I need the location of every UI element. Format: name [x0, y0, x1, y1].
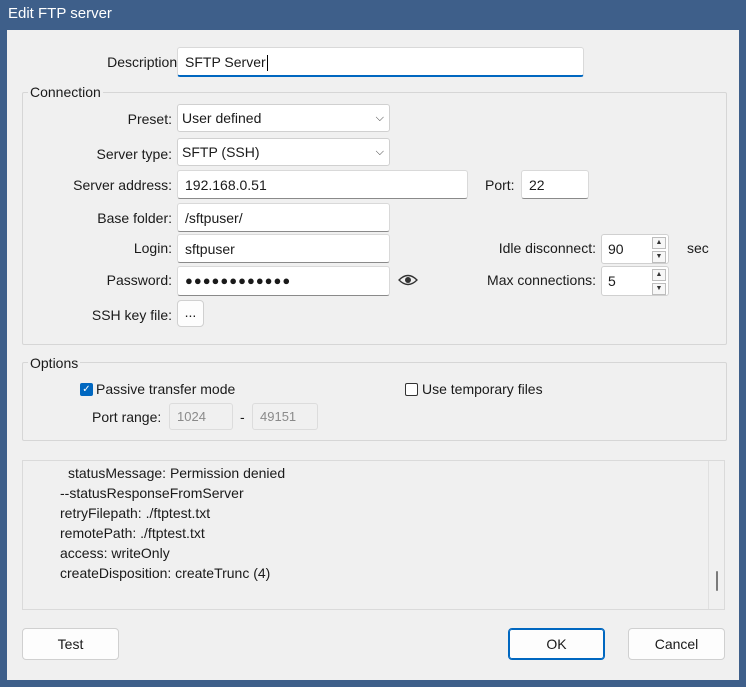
ssh-key-file-label: SSH key file:: [91, 307, 172, 323]
log-line: statusMessage: Permission denied: [68, 465, 286, 481]
login-label: Login:: [133, 240, 172, 256]
base-folder-input[interactable]: /sftpuser/: [177, 203, 390, 232]
login-value: sftpuser: [185, 241, 235, 257]
passive-mode-checkbox[interactable]: ✓: [80, 383, 93, 396]
base-folder-label: Base folder:: [97, 210, 172, 226]
port-range-to-value: 49151: [260, 409, 297, 424]
cancel-button[interactable]: Cancel: [628, 628, 725, 660]
ok-button[interactable]: OK: [508, 628, 605, 660]
chevron-down-icon: ⌵: [375, 146, 384, 158]
temp-files-checkbox[interactable]: [405, 383, 418, 396]
max-connections-value: 5: [608, 273, 616, 289]
port-input[interactable]: 22: [521, 170, 589, 199]
server-address-input[interactable]: 192.168.0.51: [177, 170, 468, 199]
port-range-label: Port range:: [92, 409, 162, 425]
base-folder-value: /sftpuser/: [185, 210, 243, 226]
server-address-value: 192.168.0.51: [185, 177, 267, 193]
server-address-label: Server address:: [73, 177, 172, 193]
log-line: retryFilepath: ./ftptest.txt: [60, 505, 211, 521]
window-title: Edit FTP server: [8, 5, 112, 22]
scrollbar-track: [708, 461, 709, 609]
port-label: Port:: [485, 177, 515, 193]
idle-disconnect-unit: sec: [687, 240, 709, 256]
server-type-label: Server type:: [96, 146, 172, 162]
eye-icon[interactable]: [398, 273, 418, 287]
idle-disconnect-value: 90: [608, 241, 624, 257]
password-input[interactable]: ●●●●●●●●●●●●: [177, 266, 390, 296]
log-line: --statusResponseFromServer: [60, 485, 244, 501]
options-group: [22, 362, 727, 441]
arrow-up-icon[interactable]: ▲: [652, 269, 666, 281]
port-range-from-input[interactable]: 1024: [169, 403, 233, 430]
scrollbar-thumb[interactable]: [716, 571, 718, 591]
ssh-key-browse-button[interactable]: ...: [177, 300, 204, 327]
max-connections-spinner[interactable]: 5 ▲ ▼: [601, 266, 669, 296]
preset-dropdown[interactable]: User defined ⌵: [177, 104, 390, 132]
arrow-down-icon[interactable]: ▼: [652, 251, 666, 263]
connection-group-title: Connection: [28, 84, 103, 100]
options-group-title: Options: [28, 355, 81, 371]
checkmark-icon: ✓: [82, 384, 91, 395]
description-input[interactable]: SFTP Server: [177, 47, 584, 77]
max-connections-label: Max connections:: [487, 272, 596, 288]
dialog-body: Description: SFTP Server Connection Pres…: [7, 30, 739, 680]
password-value: ●●●●●●●●●●●●: [185, 273, 292, 288]
port-range-from-value: 1024: [177, 409, 206, 424]
port-range-separator: -: [240, 409, 245, 425]
log-line: access: writeOnly: [60, 545, 170, 561]
idle-disconnect-spinner[interactable]: 90 ▲ ▼: [601, 234, 669, 264]
test-button[interactable]: Test: [22, 628, 119, 660]
server-type-value: SFTP (SSH): [182, 144, 260, 160]
title-bar[interactable]: Edit FTP server: [0, 0, 746, 30]
port-value: 22: [529, 177, 545, 193]
passive-mode-label[interactable]: Passive transfer mode: [96, 381, 235, 397]
login-input[interactable]: sftpuser: [177, 234, 390, 263]
password-label: Password:: [106, 272, 172, 288]
chevron-down-icon: ⌵: [375, 112, 384, 124]
temp-files-label[interactable]: Use temporary files: [422, 381, 543, 397]
preset-label: Preset:: [127, 111, 172, 127]
server-type-dropdown[interactable]: SFTP (SSH) ⌵: [177, 138, 390, 166]
arrow-down-icon[interactable]: ▼: [652, 283, 666, 295]
log-line: createDisposition: createTrunc (4): [60, 565, 271, 581]
log-line: remotePath: ./ftptest.txt: [60, 525, 205, 541]
description-label: Description:: [107, 54, 181, 70]
idle-disconnect-label: Idle disconnect:: [498, 240, 596, 256]
arrow-up-icon[interactable]: ▲: [652, 237, 666, 249]
preset-value: User defined: [182, 110, 262, 126]
description-value: SFTP Server: [185, 54, 266, 70]
log-output[interactable]: statusMessage: Permission denied --statu…: [22, 460, 725, 610]
port-range-to-input[interactable]: 49151: [252, 403, 318, 430]
